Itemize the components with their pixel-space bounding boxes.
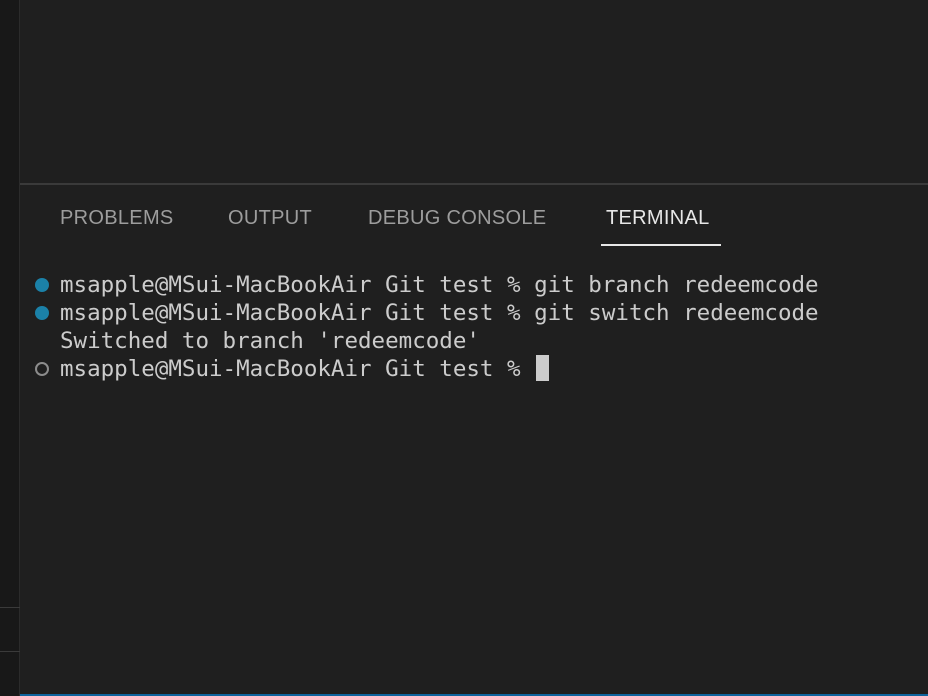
terminal-cursor	[536, 355, 550, 381]
terminal-line: msapple@MSui-MacBookAir Git test % git b…	[60, 272, 819, 298]
bottom-panel: PROBLEMS OUTPUT DEBUG CONSOLE TERMINAL m…	[20, 185, 928, 696]
command-success-decoration-icon[interactable]	[35, 278, 49, 292]
tab-debug-console[interactable]: DEBUG CONSOLE	[368, 207, 546, 230]
terminal-prompt-line: msapple@MSui-MacBookAir Git test %	[60, 355, 550, 383]
terminal-line: Switched to branch 'redeemcode'	[60, 328, 480, 354]
command-success-decoration-icon[interactable]	[35, 306, 49, 320]
tab-problems[interactable]: PROBLEMS	[60, 207, 174, 230]
editor-area	[20, 0, 928, 184]
terminal-prompt: msapple@MSui-MacBookAir Git test %	[60, 356, 535, 382]
panel-tabs: PROBLEMS OUTPUT DEBUG CONSOLE TERMINAL	[20, 185, 928, 249]
tab-terminal[interactable]: TERMINAL	[606, 207, 710, 230]
activity-bar-divider	[0, 607, 20, 608]
active-tab-indicator	[601, 244, 721, 246]
tab-output[interactable]: OUTPUT	[228, 207, 312, 230]
vscode-window: PROBLEMS OUTPUT DEBUG CONSOLE TERMINAL m…	[0, 0, 928, 696]
activity-bar-divider	[0, 651, 20, 652]
activity-bar	[0, 0, 20, 696]
terminal-view[interactable]: msapple@MSui-MacBookAir Git test % git b…	[20, 271, 928, 691]
terminal-line: msapple@MSui-MacBookAir Git test % git s…	[60, 300, 819, 326]
command-pending-decoration-icon[interactable]	[35, 362, 49, 376]
